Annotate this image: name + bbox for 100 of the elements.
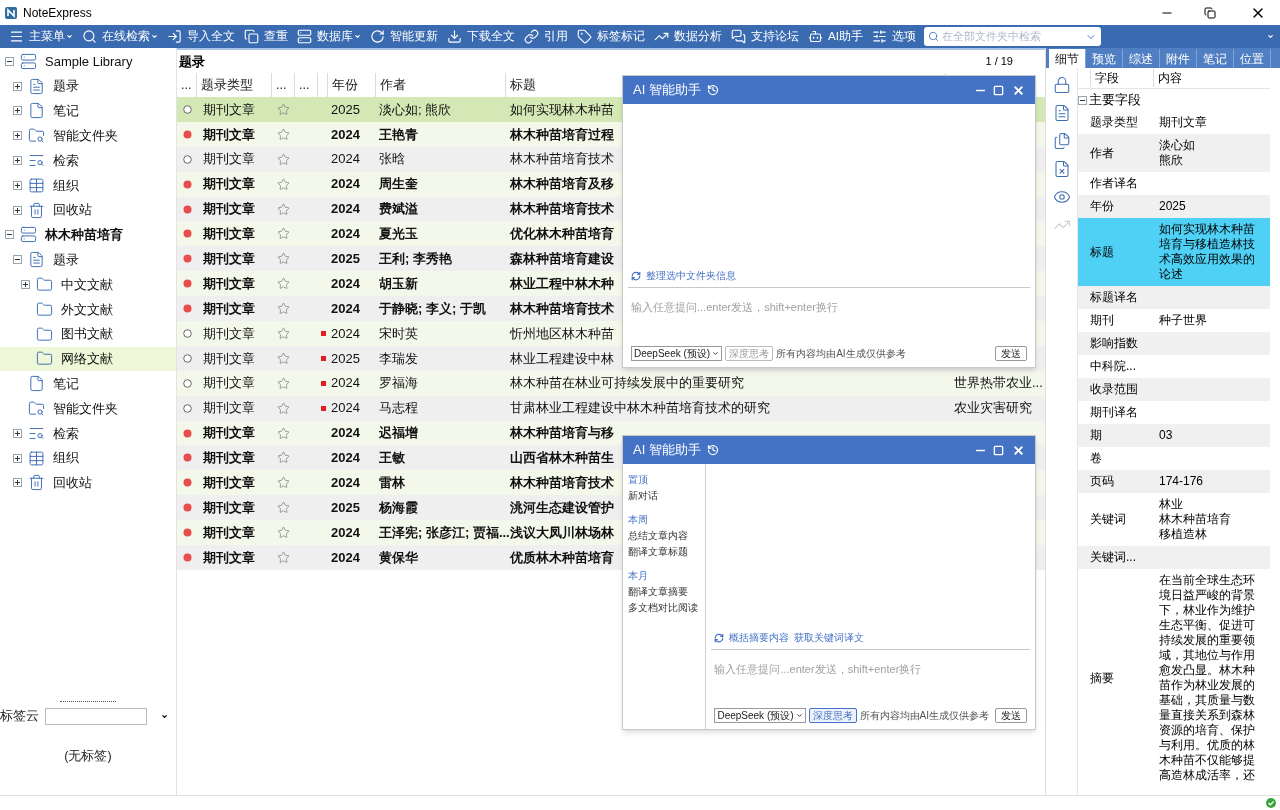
tree-item[interactable]: 组织: [0, 173, 176, 198]
star-icon[interactable]: [277, 152, 290, 166]
star-icon[interactable]: [277, 526, 290, 540]
history-item[interactable]: 总结文章内容: [628, 528, 701, 544]
toolbar-button[interactable]: 支持论坛: [728, 25, 805, 48]
tab[interactable]: 附件: [1160, 49, 1197, 68]
field-row[interactable]: 标题 如何实现林木种苗培育与移植造林技术高效应用效果的论述: [1078, 218, 1270, 286]
expander-icon[interactable]: [13, 106, 22, 116]
tag-field[interactable]: [45, 707, 147, 725]
expander-icon[interactable]: [13, 81, 22, 91]
document-x-icon[interactable]: [1052, 160, 1071, 178]
model-select[interactable]: DeepSeek (预设): [631, 346, 723, 361]
column-header[interactable]: 作者: [380, 75, 406, 95]
toolbar-button[interactable]: 引用: [521, 25, 574, 48]
tab[interactable]: 位置: [1234, 49, 1271, 68]
expander-icon[interactable]: [13, 205, 22, 215]
column-header[interactable]: 标题: [510, 75, 536, 95]
toolbar-button[interactable]: 标签标记: [574, 25, 651, 48]
star-icon[interactable]: [277, 376, 290, 390]
tree-item[interactable]: 题录: [0, 73, 176, 99]
history-icon[interactable]: [706, 84, 719, 96]
tree-item[interactable]: 笔记: [0, 371, 176, 397]
table-row[interactable]: 期刊文章 2024 马志程 甘肃林业工程建设中林木种苗培育技术的研究 农业灾害研究: [177, 395, 1045, 421]
tree-item[interactable]: 智能文件夹: [0, 123, 176, 149]
field-row[interactable]: 页码 174-176: [1078, 470, 1270, 493]
toolbar-button[interactable]: 数据库: [294, 25, 367, 48]
tab[interactable]: 预览: [1086, 49, 1123, 68]
toolbar-button[interactable]: 下载全文: [444, 25, 521, 48]
field-row[interactable]: 标题译名: [1078, 286, 1270, 309]
field-row[interactable]: 收录范围: [1078, 378, 1270, 401]
tree-item[interactable]: 林木种苗培育: [0, 222, 176, 248]
history-item[interactable]: 翻译文章摘要: [628, 584, 701, 600]
expander-icon[interactable]: [5, 56, 14, 66]
history-item[interactable]: 多文档对比阅读: [628, 600, 701, 616]
toolbar-button[interactable]: 主菜单: [6, 25, 79, 48]
column-header[interactable]: 年份: [332, 75, 358, 95]
field-row[interactable]: 影响指数: [1078, 332, 1270, 355]
send-button[interactable]: 发送: [995, 346, 1027, 361]
star-icon[interactable]: [277, 426, 290, 440]
star-icon[interactable]: [277, 401, 290, 415]
maximize-icon[interactable]: [993, 84, 1004, 96]
expander-icon[interactable]: [13, 131, 22, 141]
star-icon[interactable]: [277, 252, 290, 266]
expander-icon[interactable]: [13, 428, 22, 438]
expander-icon[interactable]: [1078, 95, 1087, 105]
column-header[interactable]: ...: [276, 75, 287, 95]
history-icon[interactable]: [706, 444, 719, 456]
lock-icon[interactable]: [1052, 76, 1071, 94]
documents-icon[interactable]: [1052, 132, 1071, 150]
star-icon[interactable]: [277, 326, 290, 340]
send-button[interactable]: 发送: [995, 708, 1027, 723]
tree-item[interactable]: 笔记: [0, 98, 176, 124]
column-header[interactable]: ...: [181, 75, 192, 95]
expander-icon[interactable]: [13, 453, 22, 463]
tree-item[interactable]: Sample Library: [0, 49, 176, 74]
tab[interactable]: 细节: [1049, 49, 1086, 68]
tree-item[interactable]: 回收站: [0, 470, 176, 496]
tab[interactable]: 综述: [1123, 49, 1160, 68]
tree-item[interactable]: 组织: [0, 445, 176, 471]
expander-icon[interactable]: [13, 180, 22, 190]
star-icon[interactable]: [277, 351, 290, 365]
question-input[interactable]: 输入任意提问...enter发送，shift+enter换行: [714, 654, 1027, 684]
star-icon[interactable]: [277, 202, 290, 216]
eye-icon[interactable]: [1052, 188, 1071, 206]
search-field[interactable]: 在全部文件夹中检索: [923, 27, 1101, 46]
star-icon[interactable]: [277, 177, 290, 191]
expander-icon[interactable]: [13, 478, 22, 488]
toolbar-button[interactable]: 数据分析: [651, 25, 728, 48]
deep-think-button[interactable]: 深度思考: [808, 708, 857, 723]
expander-icon[interactable]: [13, 156, 22, 166]
field-row[interactable]: 年份 2025: [1078, 195, 1270, 218]
tree-item[interactable]: 回收站: [0, 197, 176, 223]
star-icon[interactable]: [277, 476, 290, 490]
toolbar-button[interactable]: 智能更新: [367, 25, 444, 48]
field-row[interactable]: 作者 淡心如 熊欣: [1078, 134, 1270, 172]
field-row[interactable]: 期 03: [1078, 424, 1270, 447]
expander-icon[interactable]: [21, 280, 30, 290]
tree-item[interactable]: 网络文献: [0, 346, 176, 372]
star-icon[interactable]: [277, 550, 290, 564]
tree-item[interactable]: 检索: [0, 148, 176, 173]
caret-icon[interactable]: [161, 712, 168, 720]
suggestion-link[interactable]: 获取关键词译文: [794, 630, 865, 645]
column-header[interactable]: ...: [299, 75, 310, 95]
toolbar-button[interactable]: 导入全文: [164, 25, 241, 48]
star-icon[interactable]: [277, 277, 290, 291]
star-icon[interactable]: [277, 501, 290, 515]
tree-item[interactable]: 外文文献: [0, 296, 176, 322]
document-icon[interactable]: [1052, 104, 1071, 122]
suggestion-link[interactable]: 概括摘要内容: [729, 630, 790, 645]
expander-icon[interactable]: [5, 230, 14, 240]
model-select[interactable]: DeepSeek (预设): [714, 708, 806, 723]
tree-item[interactable]: 中文文献: [0, 272, 176, 297]
toolbar-button[interactable]: 选项: [868, 25, 922, 48]
column-header[interactable]: 题录类型: [201, 75, 253, 95]
toolbar-button[interactable]: 在线检索: [79, 25, 164, 48]
tree-item[interactable]: 图书文献: [0, 321, 176, 347]
tab[interactable]: 笔记: [1197, 49, 1234, 68]
toolbar-button[interactable]: 查重: [241, 25, 294, 48]
star-icon[interactable]: [277, 451, 290, 465]
star-icon[interactable]: [277, 302, 290, 316]
